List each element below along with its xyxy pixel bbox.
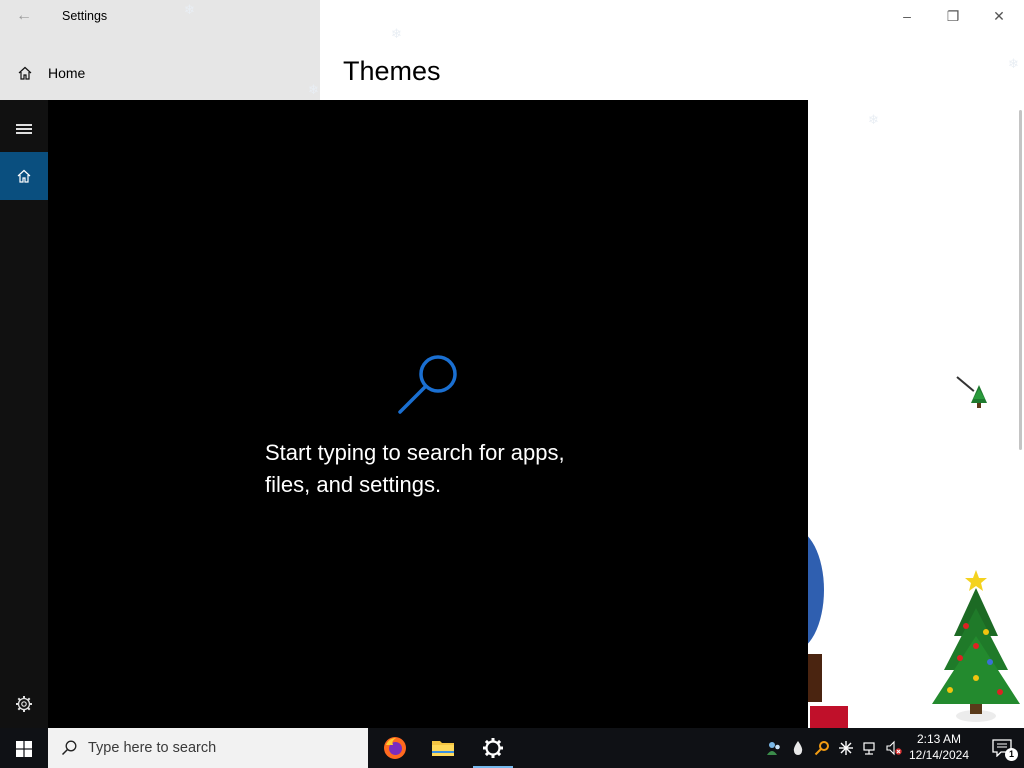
droplet-icon <box>793 741 803 755</box>
taskbar-app-firefox[interactable] <box>371 728 419 768</box>
window-controls: – ❐ ✕ <box>884 0 1024 32</box>
notification-count-badge: 1 <box>1005 748 1018 761</box>
search-prompt-line: Start typing to search for apps, <box>265 440 565 465</box>
gear-icon <box>16 696 32 712</box>
snowflake-decoration: ❄ <box>868 112 879 127</box>
taskbar-app-file-explorer[interactable] <box>419 728 467 768</box>
search-icon <box>61 740 77 756</box>
snowflake-icon <box>839 741 853 755</box>
start-button[interactable] <box>0 728 48 768</box>
clock-date: 12/14/2024 <box>908 748 970 762</box>
tray-key[interactable] <box>812 738 832 758</box>
start-settings-button[interactable] <box>0 680 48 728</box>
tray-network[interactable] <box>860 738 880 758</box>
hamburger-menu-button[interactable] <box>0 104 48 152</box>
home-icon <box>18 66 32 80</box>
snowflake-decoration: ❄ <box>308 82 319 97</box>
settings-icon <box>483 738 503 758</box>
action-center-button[interactable]: 1 <box>980 728 1024 768</box>
small-christmas-tree-icon <box>971 385 987 408</box>
page-title: Themes <box>343 56 441 86</box>
taskbar-app-settings[interactable] <box>469 728 517 768</box>
sidebar-item-label: Home <box>48 65 86 81</box>
hamburger-icon <box>16 132 32 134</box>
firefox-icon <box>384 737 406 759</box>
home-icon <box>17 169 31 183</box>
hamburger-icon <box>16 124 32 126</box>
snowflake-decoration: ❄ <box>391 26 402 41</box>
window-title: Settings <box>62 9 108 23</box>
taskbar-search-box[interactable] <box>48 728 368 768</box>
search-prompt-line: files, and settings. <box>265 472 442 497</box>
clock-time: 2:13 AM <box>916 732 962 746</box>
taskbar-clock[interactable]: 2:13 AM 12/14/2024 <box>906 731 972 765</box>
close-button[interactable]: ✕ <box>976 0 1022 32</box>
scrollbar[interactable] <box>1019 110 1022 450</box>
maximize-button[interactable]: ❐ <box>930 0 976 32</box>
start-home-button[interactable] <box>0 152 48 200</box>
sidebar-item-home[interactable]: Home <box>0 56 320 90</box>
back-arrow-icon[interactable]: ← <box>14 6 34 26</box>
hamburger-icon <box>16 128 32 130</box>
christmas-tree-icon <box>932 570 1020 722</box>
search-prompt-text: Start typing to search for apps, files, … <box>265 437 625 501</box>
tray-volume[interactable] <box>884 738 904 758</box>
start-search-panel: Start typing to search for apps, files, … <box>0 100 808 728</box>
start-rail <box>0 100 48 728</box>
tray-snowflake[interactable] <box>836 738 856 758</box>
network-icon <box>863 742 875 755</box>
volume-muted-icon <box>886 740 902 756</box>
gift-image <box>810 706 848 728</box>
snowflake-decoration: ❄ <box>184 2 195 17</box>
file-explorer-icon <box>432 741 454 756</box>
taskbar: 2:13 AM 12/14/2024 1 <box>0 728 1024 768</box>
search-input[interactable] <box>88 738 358 758</box>
minimize-button[interactable]: – <box>884 0 930 32</box>
key-icon <box>814 741 829 756</box>
tray-droplet[interactable] <box>788 738 808 758</box>
people-icon <box>767 742 780 755</box>
tray-people[interactable] <box>764 738 784 758</box>
magnifier-icon <box>398 355 457 414</box>
snowflake-decoration: ❄ <box>1008 56 1019 71</box>
windows-logo-icon <box>16 741 32 757</box>
